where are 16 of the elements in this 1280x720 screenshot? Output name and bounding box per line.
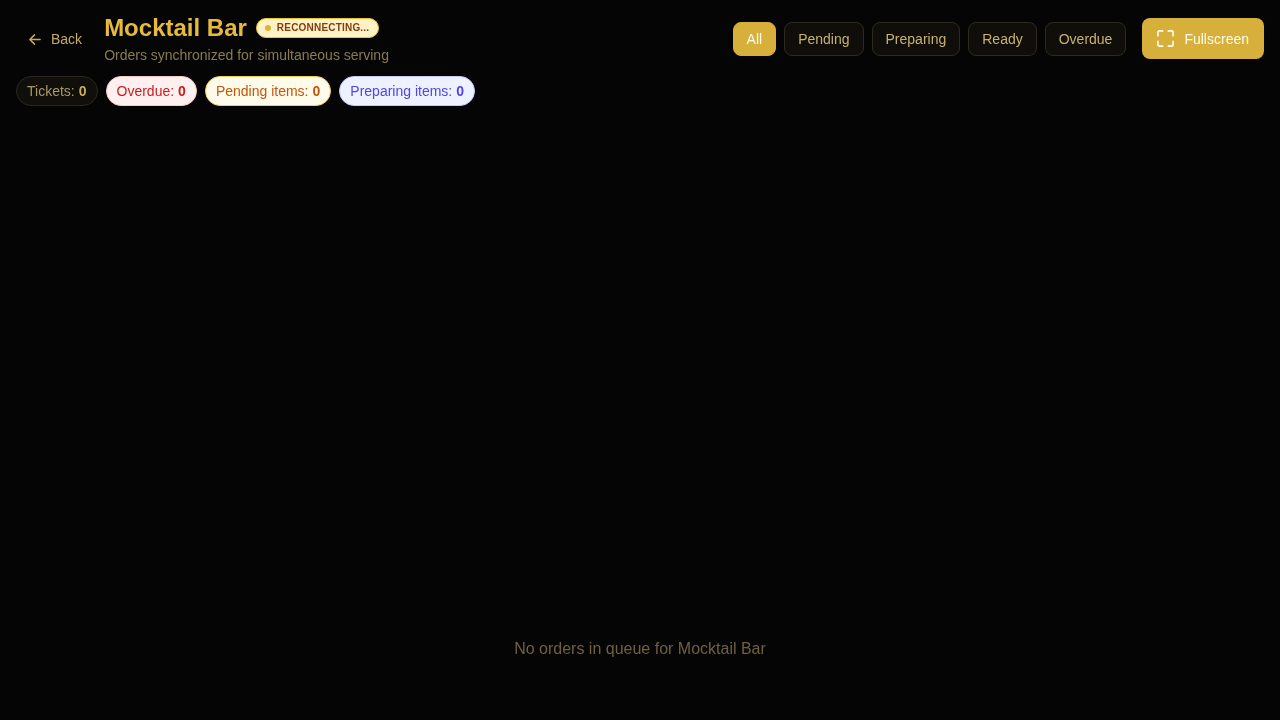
page-title: Mocktail Bar [104,14,247,42]
stat-chip: Tickets: 0 [16,76,98,106]
status-dot-icon [264,25,271,31]
filter-tab[interactable]: Preparing [871,21,961,56]
back-arrow-icon [28,32,41,46]
fullscreen-icon [1157,30,1175,47]
filter-tab[interactable]: Ready [968,21,1037,56]
stat-chip: Preparing items: 0 [339,76,476,106]
filter-tab[interactable]: Pending [784,21,864,56]
stat-chip: Pending items: 0 [204,76,332,106]
back-button[interactable]: Back [16,23,95,55]
connection-status-text: RECONNECTING... [276,22,370,34]
stat-chip: Overdue: 0 [105,76,197,106]
empty-message: No orders in queue for Mocktail Bar [514,640,766,658]
page-subtitle: Orders synchronized for simultaneous serving [104,47,389,64]
filter-tab[interactable]: Overdue [1044,21,1127,56]
